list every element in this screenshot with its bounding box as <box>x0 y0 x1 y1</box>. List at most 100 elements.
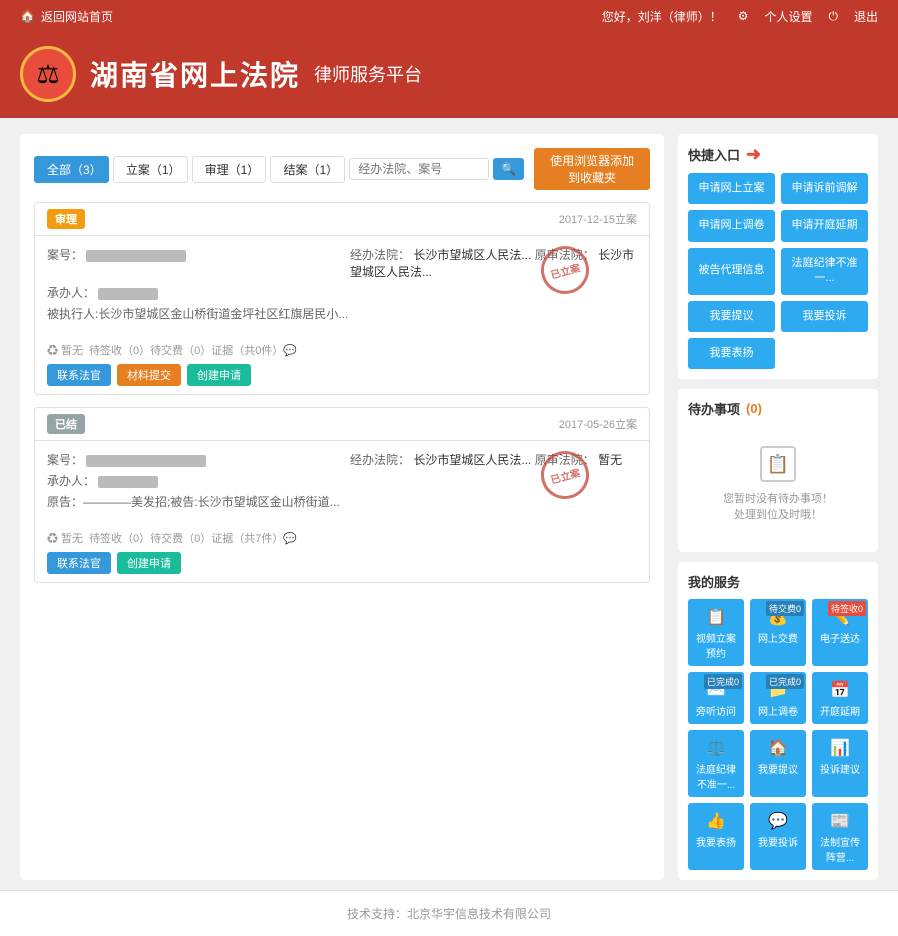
handler-label-2: 承办人： <box>47 474 95 488</box>
settings-link[interactable]: 个人设置 <box>764 8 812 25</box>
create-application-btn[interactable]: 创建申请 <box>187 364 251 386</box>
case-tag: 审理 <box>47 209 85 229</box>
payment-label: 网上交费 <box>758 630 798 645</box>
case-tag-closed: 已结 <box>47 414 85 434</box>
my-services-box: 我的服务 📋 视频立案 预约 待交费0 💰 网上交费 待签收0 ✏️ 电子送达 <box>678 562 878 880</box>
delivery-label: 电子送达 <box>820 630 860 645</box>
source-court-value-2: 暂无 <box>598 453 622 467</box>
my-services-title: 我的服务 <box>688 572 868 591</box>
court-label-2: 经办法院： <box>350 453 410 467</box>
pending-empty-icon: 📋 <box>760 446 796 482</box>
home-icon: 🏠 <box>20 9 35 23</box>
case-parties-2: 原告：————美发招;被告:长沙市望城区金山桥街道... <box>47 493 637 510</box>
suggest-icon: 🏠 <box>768 738 788 758</box>
case-no-blurred-2 <box>86 455 206 467</box>
service-court-rules[interactable]: ⚖️ 法庭纪律 不准一... <box>688 730 744 797</box>
rules-icon: ⚖️ <box>706 738 726 758</box>
case-card: 审理 2017-12-15立案 案号： 经办法院： 长沙市望城区人民法... 原… <box>34 202 650 395</box>
search-button[interactable]: 🔍 <box>493 158 524 180</box>
service-complain[interactable]: 💬 我要投诉 <box>750 803 806 870</box>
complain-label: 我要投诉 <box>758 834 798 849</box>
quick-btn-defendant[interactable]: 被告代理信息 <box>688 248 775 295</box>
tabs-row: 全部（3） 立案（1） 审理（1） 结案（1） 🔍 使用浏览器添加到收藏夹 <box>34 148 650 190</box>
case-actions-2: 联系法官 创建申请 <box>47 552 637 574</box>
footer-text: 技术支持：北京华宇信息技术有限公司 <box>347 907 551 921</box>
service-court-delay[interactable]: 📅 开庭延期 <box>812 672 868 724</box>
contact-judge-btn[interactable]: 联系法官 <box>47 364 111 386</box>
case-header: 审理 2017-12-15立案 <box>35 203 649 236</box>
service-hearing-visit[interactable]: 已完成0 ✉️ 旁听访问 <box>688 672 744 724</box>
legal-publicity-icon: 📰 <box>830 811 850 831</box>
case-body-2: 案号： 经办法院： 长沙市望城区人民法... 原审法院： 暂无 承办人： <box>35 441 649 526</box>
main-content: 全部（3） 立案（1） 审理（1） 结案（1） 🔍 使用浏览器添加到收藏夹 审理… <box>0 118 898 890</box>
pending-empty-text: 您暂时没有待办事项！处理到位及时哦！ <box>723 490 833 522</box>
logo: ⚖ <box>20 46 76 102</box>
handler-label: 承办人： <box>47 286 95 300</box>
top-nav: 🏠 返回网站首页 您好，刘洋（律师）！ ⚙ 个人设置 ⏻ 退出 <box>0 0 898 32</box>
complain-icon: 💬 <box>768 811 788 831</box>
court-label: 经办法院： <box>350 248 410 262</box>
tab-closed[interactable]: 结案（1） <box>270 156 345 183</box>
arrow-icon: ➜ <box>746 144 761 165</box>
case-footer-2: ♻ 暂无 待签收（0）待交费（0）证据（共7件）💬 联系法官 创建申请 <box>35 526 649 582</box>
suggest-label: 我要提议 <box>758 761 798 776</box>
pending-label: 待办事项 <box>688 399 740 418</box>
pending-box: 待办事项 (0) 📋 您暂时没有待办事项！处理到位及时哦！ <box>678 389 878 552</box>
quick-btn-complain[interactable]: 我要投诉 <box>781 301 868 332</box>
tab-trial[interactable]: 审理（1） <box>192 156 267 183</box>
quick-btn-mediation[interactable]: 申请诉前调解 <box>781 173 868 204</box>
delay-icon: 📅 <box>830 680 850 700</box>
service-electronic-delivery[interactable]: 待签收0 ✏️ 电子送达 <box>812 599 868 666</box>
case-card: 已结 2017-05-26立案 案号： 经办法院： 长沙市望城区人民法... 原… <box>34 407 650 583</box>
quick-btn-transfer[interactable]: 申请网上调卷 <box>688 210 775 241</box>
transfer-label: 网上调卷 <box>758 703 798 718</box>
footer: 技术支持：北京华宇信息技术有限公司 <box>0 890 898 936</box>
praise-icon: 👍 <box>706 811 726 831</box>
pending-empty: 📋 您暂时没有待办事项！处理到位及时哦！ <box>688 426 868 542</box>
hearing-label: 旁听访问 <box>696 703 736 718</box>
submit-materials-btn[interactable]: 材料提交 <box>117 364 181 386</box>
quick-btn-filing[interactable]: 申请网上立案 <box>688 173 775 204</box>
case-date: 2017-12-15立案 <box>559 211 637 227</box>
handler-blurred-2 <box>98 476 158 488</box>
legal-publicity-label: 法制宣传 阵营... <box>814 834 866 864</box>
search-input[interactable] <box>349 158 489 180</box>
quick-btn-suggest[interactable]: 我要提议 <box>688 301 775 332</box>
quick-btn-praise[interactable]: 我要表扬 <box>688 338 775 369</box>
complaint-suggest-label: 投诉建议 <box>820 761 860 776</box>
court-value: 长沙市望城区人民法... <box>413 248 531 262</box>
case-header: 已结 2017-05-26立案 <box>35 408 649 441</box>
quick-entry-label: 快捷入口 <box>688 145 740 164</box>
logout-link[interactable]: 退出 <box>854 8 878 25</box>
quick-btn-rules[interactable]: 法庭纪律不准一... <box>781 248 868 295</box>
create-application-btn-2[interactable]: 创建申请 <box>117 552 181 574</box>
service-suggest[interactable]: 🏠 我要提议 <box>750 730 806 797</box>
service-online-payment[interactable]: 待交费0 💰 网上交费 <box>750 599 806 666</box>
tab-all[interactable]: 全部（3） <box>34 156 109 183</box>
home-link[interactable]: 返回网站首页 <box>41 8 113 25</box>
services-grid: 📋 视频立案 预约 待交费0 💰 网上交费 待签收0 ✏️ 电子送达 已完成0 … <box>688 599 868 870</box>
tab-filing[interactable]: 立案（1） <box>113 156 188 183</box>
service-praise[interactable]: 👍 我要表扬 <box>688 803 744 870</box>
quick-btn-delay[interactable]: 申请开庭延期 <box>781 210 868 241</box>
handler-blurred <box>98 288 158 300</box>
court-value-2: 长沙市望城区人民法... <box>413 453 531 467</box>
hearing-badge: 已完成0 <box>704 674 742 689</box>
case-no-label: 案号： <box>47 248 83 262</box>
video-filing-icon: 📋 <box>706 607 726 627</box>
header: ⚖ 湖南省网上法院 律师服务平台 <box>0 32 898 118</box>
add-favorite-button[interactable]: 使用浏览器添加到收藏夹 <box>534 148 650 190</box>
case-status-text-2: 待签收（0）待交费（0）证据（共7件）💬 <box>89 530 297 546</box>
service-legal-publicity[interactable]: 📰 法制宣传 阵营... <box>812 803 868 870</box>
quick-entry-box: 快捷入口 ➜ 申请网上立案 申请诉前调解 申请网上调卷 申请开庭延期 被告代理信… <box>678 134 878 379</box>
service-online-transfer[interactable]: 已完成0 📁 网上调卷 <box>750 672 806 724</box>
service-complaint-suggest[interactable]: 📊 投诉建议 <box>812 730 868 797</box>
settings-icon: ⚙ <box>738 9 749 23</box>
case-no-label-2: 案号： <box>47 453 83 467</box>
service-video-filing[interactable]: 📋 视频立案 预约 <box>688 599 744 666</box>
contact-judge-btn-2[interactable]: 联系法官 <box>47 552 111 574</box>
logout-icon: ⏻ <box>828 9 838 24</box>
site-subtitle: 律师服务平台 <box>314 61 422 87</box>
refresh-link[interactable]: ♻ 暂无 <box>47 342 83 358</box>
refresh-link-2[interactable]: ♻ 暂无 <box>47 530 83 546</box>
